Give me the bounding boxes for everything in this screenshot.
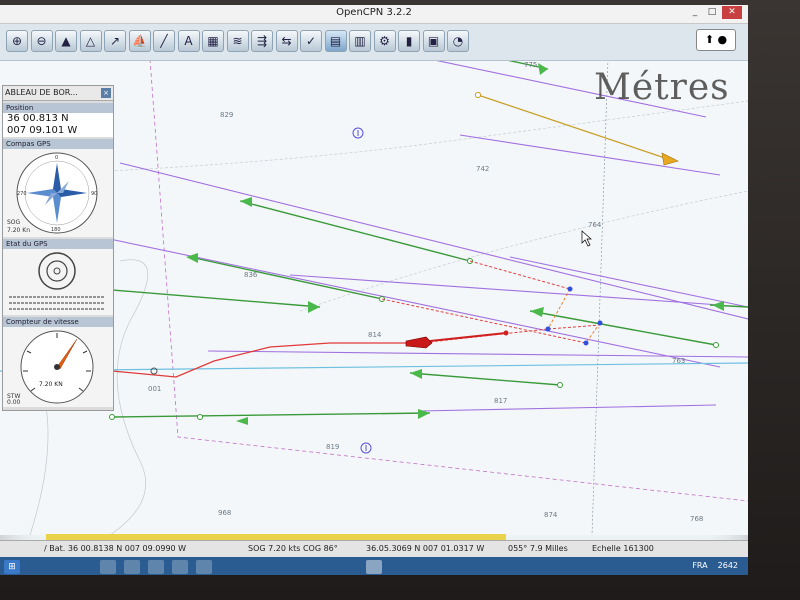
heading-end [503, 330, 509, 336]
svg-text:270: 270 [17, 191, 27, 197]
longitude-value: 007 09.101 W [3, 125, 113, 137]
layers-icon[interactable]: ▤ [324, 30, 347, 52]
gps-skyview [9, 252, 105, 310]
system-tray: FRA 2642 [692, 561, 738, 570]
compass-speed-value: 7.20 Kn [7, 227, 31, 234]
status-cursor-position: / Bat. 36 00.8138 N 007 09.0990 W [44, 544, 187, 553]
print-icon[interactable]: ▮ [398, 30, 420, 52]
compass-label: Compas GPS [3, 139, 113, 149]
maximize-button[interactable]: □ [705, 6, 719, 19]
status-scale: Echelle 161300 [592, 544, 654, 553]
depth-sounding: 819 [326, 443, 340, 451]
zoom-out-icon[interactable]: ⊖ [30, 30, 53, 52]
settings-icon[interactable]: ⚙ [373, 30, 396, 52]
scale-in-icon[interactable]: ▲ [55, 30, 77, 52]
depth-sounding: 001 [148, 385, 162, 393]
compass-instrument: 0 90 270 180 SOG 7.20 Kn [3, 149, 113, 237]
start-button[interactable]: ⊞ [4, 560, 20, 574]
main-toolbar: ⊕ ⊖ ▲ △ ↗ ⛵ ╱ A ▦ ≋ ⇶ ⇆ ✓ ▤ ▥ ⚙ ▮ ▣ ◔ [0, 24, 748, 61]
zoom-in-icon[interactable]: ⊕ [6, 30, 28, 52]
tray-language[interactable]: FRA [692, 561, 707, 570]
speed-value: 7.20 KN [39, 381, 63, 388]
depth-sounding: 768 [690, 515, 704, 523]
compass-sog-label: SOG [7, 219, 21, 226]
window-titlebar: OpenCPN 3.2.2 _ □ ✕ [0, 5, 748, 24]
currents-icon[interactable]: ⇶ [251, 30, 273, 52]
dashboard-title: ABLEAU DE BOR... × [3, 86, 113, 101]
taskbar-opencpn[interactable] [366, 560, 382, 574]
window-title: OpenCPN 3.2.2 [336, 7, 412, 18]
ais-icon[interactable]: ✓ [300, 30, 322, 52]
quilt-icon[interactable]: ▥ [349, 30, 371, 52]
ship-follow-icon[interactable]: ⛵ [128, 30, 151, 52]
svg-text:90: 90 [91, 191, 97, 197]
tray-clock: 2642 [717, 561, 738, 570]
measure-icon[interactable]: ╱ [153, 30, 175, 52]
tides-icon[interactable]: ≋ [226, 30, 249, 52]
depth-sounding: 763 [672, 357, 686, 365]
depth-sounding: 829 [220, 111, 234, 119]
svg-text:180: 180 [51, 227, 61, 233]
position-label: Position [3, 103, 113, 113]
stw-value: 0.00 [7, 399, 21, 406]
mob-icon[interactable]: ◔ [447, 30, 469, 52]
windows-taskbar: ⊞ FRA 2642 [0, 557, 748, 575]
screen: OpenCPN 3.2.2 _ □ ✕ ⊕ ⊖ ▲ △ ↗ ⛵ ╱ A ▦ ≋ ⇶ ⇆ ✓ ▤ ▥ ⚙ ▮ ▣ ◔ [0, 5, 748, 575]
taskbar-app-4[interactable] [172, 560, 188, 574]
status-bar: / Bat. 36 00.8138 N 007 09.0990 W SOG 7.… [0, 540, 748, 557]
gps-status-instrument [3, 249, 113, 315]
route-icon[interactable]: ↗ [104, 30, 126, 52]
status-sog-cog: SOG 7.20 kts COG 86° [248, 544, 338, 553]
depth-sounding: 764 [588, 221, 602, 229]
north-up-button[interactable]: ⬆ ● [696, 29, 736, 51]
route-manager-icon[interactable]: ▣ [422, 30, 445, 52]
taskbar-app-3[interactable] [148, 560, 164, 574]
depth-sounding: 817 [494, 397, 508, 405]
latitude-value: 36 00.813 N [3, 113, 113, 125]
scale-out-icon[interactable]: △ [79, 30, 102, 52]
taskbar-app-2[interactable] [124, 560, 140, 574]
depth-sounding: 742 [476, 165, 490, 173]
svg-text:0: 0 [55, 155, 58, 161]
taskbar-app-5[interactable] [196, 560, 212, 574]
dashboard-panel: ABLEAU DE BOR... × Position 36 00.813 N … [2, 85, 114, 411]
close-button[interactable]: ✕ [722, 6, 742, 19]
status-second-position: 36.05.3069 N 007 01.0317 W [366, 544, 485, 553]
ais-yellow-start [474, 91, 482, 99]
depth-sounding: 836 [244, 271, 258, 279]
units-watermark: Métres [594, 67, 730, 108]
speedometer-instrument: 7.20 KN STW 0.00 [3, 327, 113, 407]
depth-sounding: 968 [218, 509, 232, 517]
gps-status-label: Etat du GPS [3, 239, 113, 249]
status-bearing-distance: 055° 7.9 Milles [508, 544, 568, 553]
dashboard-title-text: ABLEAU DE BOR... [5, 88, 78, 97]
dashboard-close-button[interactable]: × [101, 88, 111, 98]
text-icon[interactable]: A [177, 30, 200, 52]
taskbar-app-1[interactable] [100, 560, 116, 574]
speedometer-label: Compteur de vitesse [3, 317, 113, 327]
depth-sounding: 775 [524, 61, 538, 69]
window-controls: _ □ ✕ [688, 6, 742, 19]
chart-icon[interactable]: ▦ [202, 30, 224, 52]
depth-sounding: 814 [368, 331, 382, 339]
minimize-button[interactable]: _ [688, 6, 702, 19]
gps-icon[interactable]: ⇆ [275, 30, 298, 52]
depth-sounding: 874 [544, 511, 558, 519]
